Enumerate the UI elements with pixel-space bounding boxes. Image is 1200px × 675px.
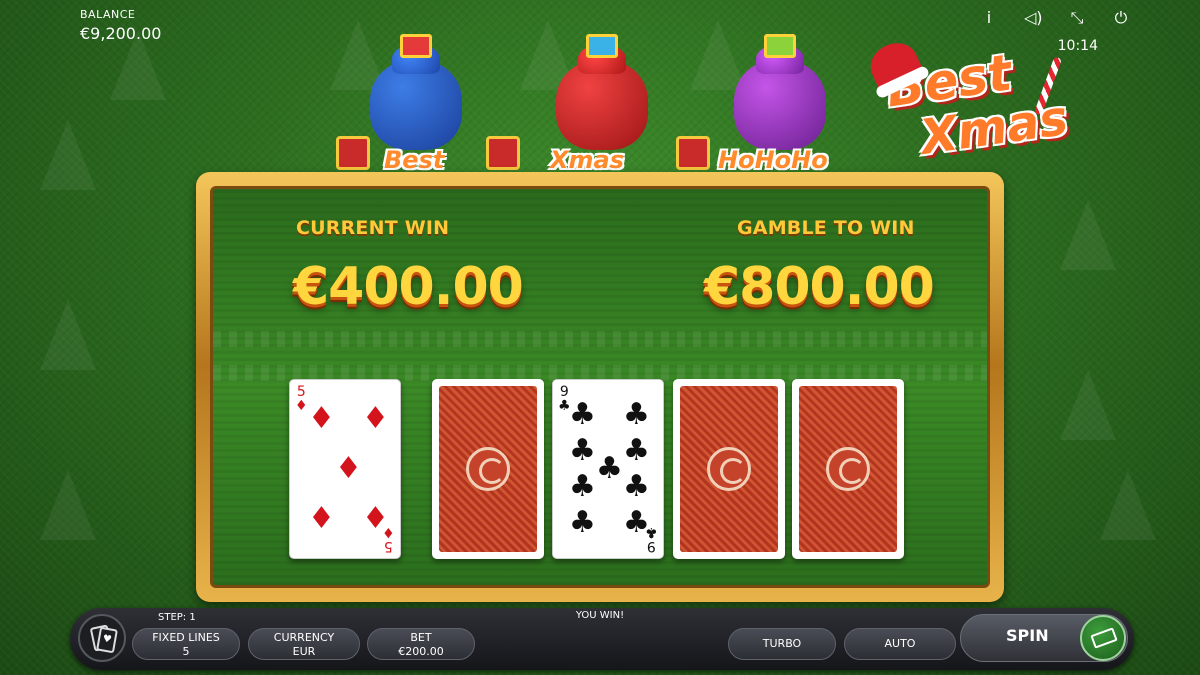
gift-sack-blue <box>370 34 462 150</box>
card-corner-bottom: 9 ♣ <box>645 524 658 554</box>
card-corner-top: 5 ♦ <box>295 385 308 413</box>
balance-value: €9,200.00 <box>80 24 162 43</box>
background-tree <box>40 120 96 190</box>
background-tree <box>1100 470 1156 540</box>
sound-icon[interactable]: ◁) <box>1024 8 1043 28</box>
top-icon-bar: i ◁) ⤡ ⏻ <box>980 8 1130 28</box>
auto-button[interactable]: AUTO <box>844 628 956 660</box>
background-tree <box>690 20 746 90</box>
card-back-emblem-icon <box>707 447 751 491</box>
card-back-emblem-icon <box>826 447 870 491</box>
card-back-pattern <box>799 386 897 552</box>
diamond-icon: ♦ <box>295 398 308 414</box>
diamond-icon: ♦ <box>382 524 395 540</box>
current-win-label: CURRENT WIN <box>296 217 450 239</box>
background-tree <box>40 470 96 540</box>
gift-icon <box>676 136 710 170</box>
game-logo: Best Xmas <box>862 30 1092 170</box>
info-icon[interactable]: i <box>980 8 998 28</box>
card-rank: 9 <box>647 538 657 554</box>
fixed-lines-value: 5 <box>182 645 190 658</box>
club-icon: ♣ <box>569 505 596 540</box>
club-icon: ♣ <box>569 433 596 468</box>
banknote-icon <box>1090 627 1118 649</box>
card-back-pattern <box>439 386 537 552</box>
balance-label: BALANCE <box>80 8 136 21</box>
card-back-pattern <box>680 386 778 552</box>
current-win-amount: €400.00 <box>293 257 524 317</box>
club-icon: ♣ <box>569 397 596 432</box>
dealer-card-five-of-diamonds: 5 ♦ ♦ ♦ ♦ ♦ ♦ 5 ♦ <box>289 379 401 559</box>
gamble-to-win-label: GAMBLE TO WIN <box>737 217 915 239</box>
turbo-button[interactable]: TURBO <box>728 628 836 660</box>
sack-label-xmas: Xmas <box>550 146 624 174</box>
currency-label: CURRENCY <box>273 631 335 644</box>
gift-icon <box>764 34 796 58</box>
fullscreen-exit-icon[interactable]: ⤡ <box>1068 8 1086 28</box>
collect-money-icon[interactable] <box>1080 615 1126 661</box>
bet-label: BET <box>410 631 432 644</box>
gift-sack-purple <box>734 34 826 150</box>
card-face-down-1[interactable] <box>432 379 544 559</box>
club-icon: ♣ <box>645 524 658 540</box>
balance-display: BALANCE €9,200.00 <box>80 8 161 43</box>
knit-band <box>213 331 987 347</box>
background-tree <box>1060 200 1116 270</box>
heart-card-icon: ♥ <box>96 626 118 654</box>
fixed-lines-label: FIXED LINES <box>152 631 220 644</box>
gift-icon <box>400 34 432 58</box>
spin-label[interactable]: SPIN <box>1006 626 1049 645</box>
gift-icon <box>586 34 618 58</box>
bet-value: €200.00 <box>398 645 444 658</box>
bet-selector[interactable]: BET €200.00 <box>367 628 475 660</box>
card-rank: 5 <box>296 384 306 400</box>
gamble-cards-button[interactable]: ♥ <box>78 614 126 662</box>
currency-value: EUR <box>292 645 316 658</box>
card-corner-bottom: 5 ♦ <box>382 524 395 554</box>
diamond-icon: ♦ <box>335 451 362 486</box>
sack-label-hohoho: HoHoHo <box>718 146 828 174</box>
sack-label-best: Best <box>384 146 445 174</box>
club-icon: ♣ <box>623 469 650 504</box>
club-icon: ♣ <box>623 433 650 468</box>
gamble-frame: CURRENT WIN GAMBLE TO WIN €400.00 €800.0… <box>196 172 1004 602</box>
currency-selector[interactable]: CURRENCY EUR <box>248 628 360 660</box>
gift-icon <box>336 136 370 170</box>
gift-sack-red <box>556 34 648 150</box>
card-back-emblem-icon <box>466 447 510 491</box>
card-face-down-2[interactable] <box>673 379 785 559</box>
background-tree <box>40 300 96 370</box>
power-icon[interactable]: ⏻ <box>1112 8 1130 28</box>
club-icon: ♣ <box>623 397 650 432</box>
diamond-icon: ♦ <box>308 501 335 536</box>
diamond-icon: ♦ <box>362 401 389 436</box>
diamond-icon: ♦ <box>308 401 335 436</box>
card-face-down-3[interactable] <box>792 379 904 559</box>
card-rank: 5 <box>384 538 394 554</box>
gift-icon <box>486 136 520 170</box>
fixed-lines-display: FIXED LINES 5 <box>132 628 240 660</box>
gamble-to-win-amount: €800.00 <box>704 257 935 317</box>
player-card-nine-of-clubs: 9 ♣ ♣ ♣ ♣ ♣ ♣ ♣ ♣ ♣ ♣ 9 ♣ <box>552 379 664 559</box>
club-icon: ♣ <box>569 469 596 504</box>
club-icon: ♣ <box>596 451 623 486</box>
background-tree <box>1060 370 1116 440</box>
gamble-panel: CURRENT WIN GAMBLE TO WIN €400.00 €800.0… <box>210 186 990 588</box>
